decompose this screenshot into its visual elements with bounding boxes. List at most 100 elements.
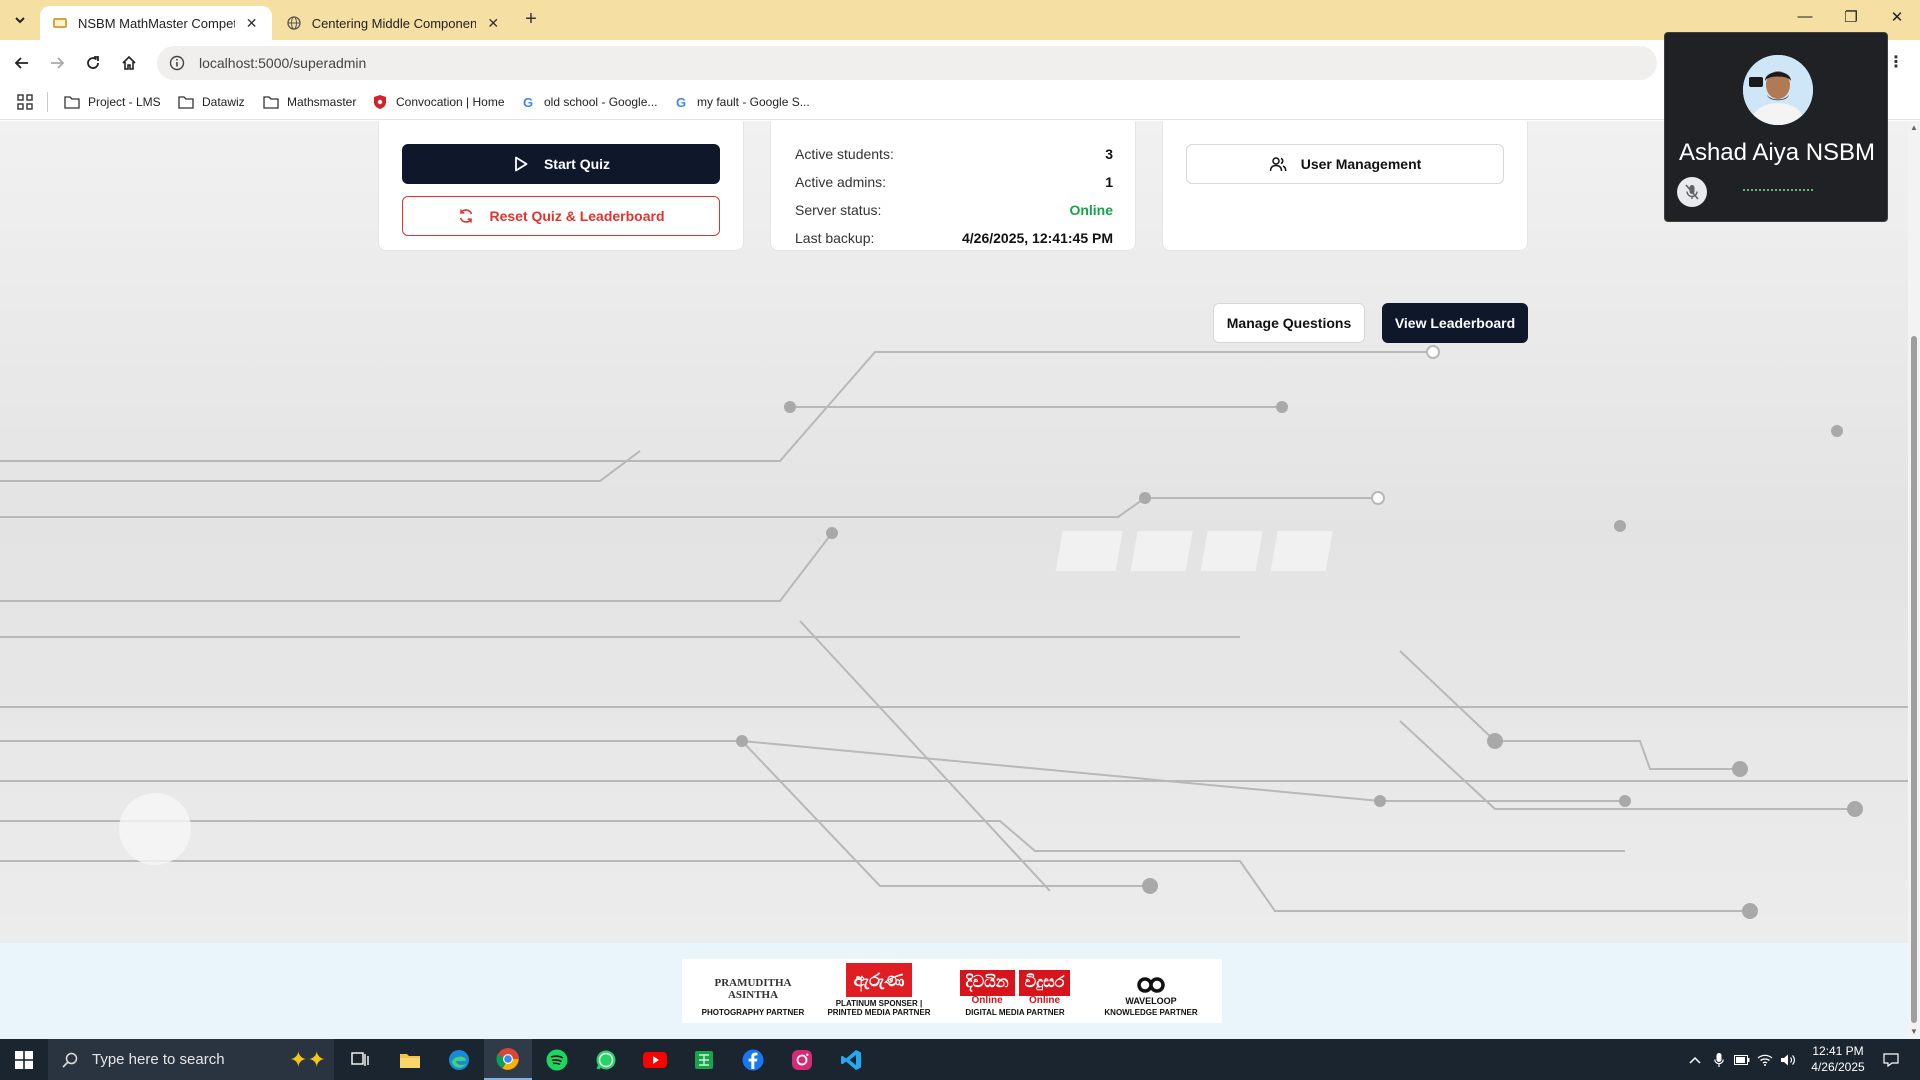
scroll-down-icon[interactable]: ▼	[1910, 1027, 1918, 1036]
stat-value: 3	[1105, 146, 1113, 162]
sponsor-pramuditha: PRAMUDITHA ASINTHA PHOTOGRAPHY PARTNER	[693, 972, 813, 1017]
online-tag: Online	[1028, 995, 1061, 1006]
browser-toolbar: localhost:5000/superadmin	[0, 40, 1920, 86]
wifi-icon[interactable]	[1754, 1039, 1776, 1080]
sponsor-caption: PLATINUM SPONSER | PRINTED MEDIA PARTNER	[827, 999, 931, 1017]
admin-tools-card: User Management	[1162, 121, 1528, 251]
view-leaderboard-button[interactable]: View Leaderboard	[1382, 303, 1528, 343]
user-management-label: User Management	[1300, 156, 1422, 172]
bookmark-label: Mathsmaster	[287, 95, 357, 109]
site-favicon-icon	[52, 15, 68, 31]
youtube-icon[interactable]	[631, 1039, 679, 1080]
meet-participant-tile[interactable]: Ashad Aiya NSBM	[1664, 32, 1888, 222]
site-info-icon[interactable]	[169, 55, 185, 71]
scroll-up-icon[interactable]: ▲	[1910, 123, 1918, 132]
stat-row-active-students: Active students: 3	[795, 146, 1113, 162]
sponsor-logo-text: ඇරුණ	[845, 963, 913, 997]
microphone-icon[interactable]	[1708, 1039, 1730, 1080]
tab-nsbm-mathmaster[interactable]: NSBM MathMaster Competition ✕	[40, 6, 272, 40]
edge-icon[interactable]	[435, 1039, 483, 1080]
stat-label: Active admins:	[795, 174, 887, 190]
tab-centering-middle[interactable]: Centering Middle Component ✕	[274, 6, 514, 40]
back-button[interactable]	[10, 51, 34, 75]
start-quiz-label: Start Quiz	[543, 156, 611, 172]
vscode-icon[interactable]	[827, 1039, 875, 1080]
waveloop-logo-icon	[1137, 977, 1165, 993]
start-quiz-button[interactable]: Start Quiz	[402, 144, 720, 184]
new-tab-button[interactable]: +	[520, 9, 542, 31]
task-view-icon[interactable]	[336, 1039, 384, 1080]
whatsapp-icon[interactable]	[582, 1039, 630, 1080]
sponsor-caption: DIGITAL MEDIA PARTNER	[965, 1008, 1065, 1017]
arrow-right-icon	[51, 57, 65, 69]
taskbar-search-box[interactable]: Type here to search ✦✦	[48, 1039, 334, 1080]
stat-row-active-admins: Active admins: 1	[795, 174, 1113, 190]
quiz-control-card: Start Quiz Reset Quiz & Leaderboard	[378, 121, 744, 251]
home-button[interactable]	[117, 51, 141, 75]
forward-button[interactable]	[45, 51, 69, 75]
bookmark-project-lms[interactable]: Project - LMS	[64, 94, 161, 110]
close-window-icon[interactable]: ✕	[1882, 8, 1912, 26]
search-icon	[62, 1052, 78, 1068]
manage-questions-button[interactable]: Manage Questions	[1213, 303, 1365, 343]
bookmark-datawiz[interactable]: Datawiz	[178, 94, 245, 110]
google-icon: G	[675, 94, 687, 110]
restore-icon[interactable]: ❐	[1836, 8, 1866, 26]
windows-taskbar: Type here to search ✦✦ 12:41 PM 4/26/202…	[0, 1039, 1920, 1080]
audio-level-indicator	[1743, 189, 1813, 191]
bookmark-convocation[interactable]: Convocation | Home	[372, 94, 505, 110]
instagram-icon[interactable]	[778, 1039, 826, 1080]
user-management-button[interactable]: User Management	[1186, 144, 1504, 184]
close-tab-icon[interactable]: ✕	[243, 15, 260, 32]
browser-tab-bar: NSBM MathMaster Competition ✕ Centering …	[0, 0, 1920, 40]
reset-quiz-button[interactable]: Reset Quiz & Leaderboard	[402, 196, 720, 236]
reload-button[interactable]	[81, 51, 105, 75]
file-explorer-icon[interactable]	[386, 1039, 434, 1080]
bookmark-mathsmaster[interactable]: Mathsmaster	[263, 94, 356, 110]
shield-red-icon	[372, 94, 388, 110]
facebook-icon[interactable]	[729, 1039, 777, 1080]
volume-icon[interactable]	[1777, 1039, 1799, 1080]
server-status-badge: Online	[1069, 202, 1113, 218]
reset-quiz-label: Reset Quiz & Leaderboard	[489, 208, 665, 224]
scroll-thumb[interactable]	[1911, 336, 1917, 1023]
stat-label: Last backup:	[795, 230, 875, 246]
battery-icon[interactable]	[1731, 1039, 1753, 1080]
sponsor-caption: PHOTOGRAPHY PARTNER	[701, 1008, 805, 1017]
sparkle-icon: ✦✦	[289, 1046, 326, 1072]
bookmarks-bar: Project - LMS Datawiz Mathsmaster Convoc…	[0, 86, 1920, 120]
mic-off-icon	[1685, 184, 1699, 200]
start-button[interactable]	[0, 1039, 48, 1080]
sponsor-logo-text: WAVELOOP	[1125, 996, 1177, 1006]
stat-value: 4/26/2025, 12:41:45 PM	[962, 230, 1113, 246]
apps-grid-icon[interactable]	[17, 94, 33, 110]
tab-search-button[interactable]	[8, 8, 32, 32]
search-placeholder: Type here to search	[92, 1051, 225, 1068]
mic-muted-button[interactable]	[1677, 177, 1707, 207]
address-bar[interactable]: localhost:5000/superadmin	[157, 46, 1657, 80]
participant-avatar	[1743, 55, 1813, 125]
bookmark-my-fault[interactable]: G my fault - Google S...	[673, 94, 810, 110]
bookmark-old-school[interactable]: G old school - Google...	[520, 94, 657, 110]
show-hidden-icons[interactable]	[1684, 1039, 1706, 1080]
sponsor-logo-text: විදුසර	[1018, 970, 1071, 996]
arrow-left-icon	[14, 57, 28, 69]
bookmark-label: my fault - Google S...	[697, 95, 810, 109]
browser-menu-icon[interactable]: ⋮	[1888, 52, 1904, 72]
minimize-icon[interactable]: —	[1790, 8, 1820, 25]
notifications-icon[interactable]	[1874, 1039, 1908, 1080]
sponsor-logos: PRAMUDITHA ASINTHA PHOTOGRAPHY PARTNER ඇ…	[682, 959, 1222, 1023]
participant-name: Ashad Aiya NSBM	[1678, 139, 1876, 166]
chevron-up-icon	[1689, 1056, 1701, 1064]
page-scrollbar[interactable]: ▲ ▼	[1908, 121, 1920, 1039]
globe-icon	[286, 15, 302, 31]
reload-icon	[87, 56, 99, 69]
spotify-icon[interactable]	[533, 1039, 581, 1080]
spreadsheet-app-icon[interactable]	[680, 1039, 728, 1080]
system-status-card: Active students: 3 Active admins: 1 Serv…	[770, 121, 1136, 251]
chrome-icon[interactable]	[484, 1039, 532, 1080]
taskbar-clock[interactable]: 12:41 PM 4/26/2025	[1800, 1043, 1876, 1075]
online-tag: Online	[971, 995, 1003, 1006]
close-tab-icon[interactable]: ✕	[484, 15, 502, 32]
bookmark-label: Project - LMS	[88, 95, 161, 109]
